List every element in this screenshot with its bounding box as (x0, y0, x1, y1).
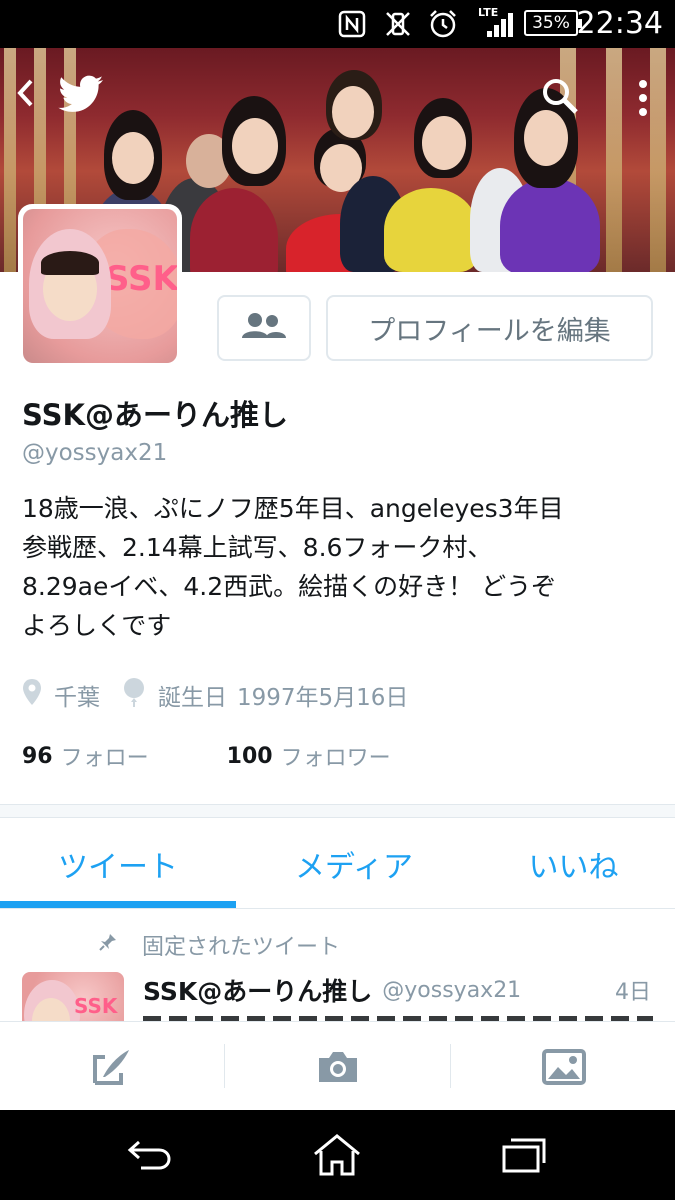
active-tab-indicator (0, 901, 236, 908)
edit-profile-label: プロフィールを編集 (368, 315, 611, 347)
battery-icon: 35% (524, 10, 582, 36)
nfc-icon (336, 8, 368, 40)
people-icon (241, 311, 287, 345)
tab-likes[interactable]: いいね (472, 818, 675, 909)
camera-icon[interactable] (268, 1022, 408, 1111)
profile-tabs: ツイート メディア いいね (0, 818, 675, 909)
bio-line: 参戦歴、2.14幕上試写、8.6フォーク村、 (22, 533, 493, 562)
section-divider (0, 804, 675, 818)
followers-link[interactable]: 100 フォロワー (227, 740, 391, 772)
followers-count: 100 (226, 743, 273, 769)
back-arrow-icon[interactable] (8, 68, 44, 118)
system-nav-bar (0, 1110, 675, 1200)
status-time: 22:34 (576, 6, 663, 41)
tab-tweets[interactable]: ツイート (0, 818, 236, 909)
recents-nav-icon[interactable] (464, 1110, 584, 1200)
following-label: フォロー (60, 746, 149, 771)
follow-lists-button[interactable] (217, 295, 311, 361)
avatar: SSK (23, 209, 177, 363)
home-nav-icon[interactable] (277, 1110, 397, 1200)
tweet-time: 4日 (615, 980, 651, 1005)
vibrate-off-icon (382, 8, 414, 40)
location-text: 千葉 (54, 685, 100, 711)
followers-label: フォロワー (280, 746, 391, 771)
more-vert-icon[interactable] (628, 74, 658, 122)
gallery-icon[interactable] (494, 1022, 634, 1111)
bio-line: よろしくです (22, 611, 172, 640)
avatar-badge-text: SSK (105, 259, 177, 299)
birthday-label: 誕生日 (158, 685, 227, 711)
pinned-label-row: 固定されたツイート (98, 928, 340, 962)
follow-counts: 96 フォロー 100 フォロワー (22, 738, 391, 774)
tweet-author-name: SSK@あーりん推し (143, 977, 373, 1006)
pin-icon (98, 932, 142, 958)
tweet-header: SSK@あーりん推し @yossyax21 (143, 972, 521, 1008)
birthday: 誕生日 1997年5月16日 (122, 677, 408, 713)
compose-tweet-icon[interactable] (42, 1022, 182, 1111)
profile-bio: 18歳一浪、ぷにノフ歴5年目、angeleyes3年目 参戦歴、2.14幕上試写… (22, 489, 652, 645)
compose-bar (0, 1021, 675, 1110)
signal-icon (484, 8, 518, 40)
tab-label: メディア (295, 849, 413, 885)
status-bar: LTE 35% 22:34 (0, 0, 675, 48)
tweet-avatar-badge: SSK (74, 994, 118, 1018)
location: 千葉 (22, 678, 100, 712)
tab-label: いいね (528, 849, 619, 885)
alarm-icon (426, 8, 460, 40)
location-pin-icon (22, 678, 54, 712)
search-icon[interactable] (538, 74, 582, 118)
twitter-bird-icon (56, 72, 106, 116)
profile-meta: 千葉 誕生日 1997年5月16日 (22, 675, 430, 715)
bio-line: 8.29aeイベ、4.2西武。絵描くの好き！ どうぞ (22, 572, 557, 601)
profile-handle: @yossyax21 (22, 440, 168, 466)
bio-line: 18歳一浪、ぷにノフ歴5年目、angeleyes3年目 (22, 494, 564, 523)
battery-level: 35% (532, 13, 570, 33)
birthday-value: 1997年5月16日 (237, 685, 409, 711)
following-count: 96 (22, 743, 53, 769)
edit-profile-button[interactable]: プロフィールを編集 (326, 295, 653, 361)
back-nav-icon[interactable] (90, 1110, 210, 1200)
pinned-label: 固定されたツイート (142, 935, 341, 960)
tweet-author-handle: @yossyax21 (382, 977, 522, 1003)
profile-name: SSK@あーりん推し (22, 398, 288, 432)
profile-avatar[interactable]: SSK (18, 204, 182, 368)
following-link[interactable]: 96 フォロー (22, 740, 149, 772)
tab-media[interactable]: メディア (236, 818, 472, 909)
balloon-icon (122, 677, 158, 713)
tab-label: ツイート (58, 849, 178, 885)
